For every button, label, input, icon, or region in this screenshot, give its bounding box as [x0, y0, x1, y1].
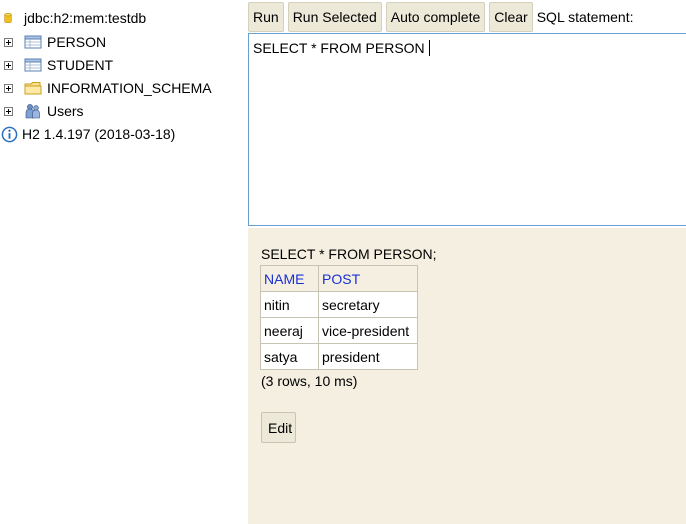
tree-item-person[interactable]: PERSON: [0, 32, 106, 52]
users-label: Users: [47, 103, 84, 119]
schema-tree: jdbc:h2:mem:testdb PERSON STUDENT INFORM…: [0, 0, 246, 524]
expand-icon[interactable]: [4, 106, 13, 116]
result-table: NAME POST nitin secretary neeraj vice-pr…: [260, 265, 418, 370]
table-row: neeraj vice-president: [260, 317, 418, 344]
info-icon: [1, 126, 18, 142]
folder-icon: [24, 82, 42, 95]
column-header-name[interactable]: NAME: [260, 265, 319, 292]
sql-toolbar: Run Run Selected Auto complete Clear SQL…: [248, 2, 633, 32]
expand-icon[interactable]: [4, 37, 13, 47]
result-panel: SELECT * FROM PERSON; NAME POST nitin se…: [248, 228, 686, 524]
sql-text: SELECT * FROM PERSON: [253, 40, 425, 56]
text-caret: [428, 40, 430, 56]
result-summary: (3 rows, 10 ms): [261, 373, 358, 389]
table-label-person: PERSON: [47, 34, 107, 50]
run-selected-button[interactable]: Run Selected: [287, 2, 382, 32]
table-cell: satya: [260, 343, 319, 370]
edit-button[interactable]: Edit: [261, 412, 296, 443]
tree-item-version: H2 1.4.197 (2018-03-18): [0, 124, 175, 144]
sql-statement-label: SQL statement:: [536, 9, 634, 25]
tree-item-student[interactable]: STUDENT: [0, 55, 113, 75]
executed-query: SELECT * FROM PERSON;: [261, 246, 437, 262]
table-row: nitin secretary: [260, 291, 418, 318]
schema-label: INFORMATION_SCHEMA: [47, 80, 212, 96]
run-button[interactable]: Run: [248, 2, 284, 32]
table-icon: [24, 58, 42, 72]
sql-editor[interactable]: SELECT * FROM PERSON: [248, 33, 686, 226]
tree-item-users[interactable]: Users: [0, 101, 84, 121]
auto-complete-button[interactable]: Auto complete: [385, 2, 486, 32]
table-label-student: STUDENT: [47, 57, 114, 73]
column-header-post[interactable]: POST: [318, 265, 418, 292]
version-label: H2 1.4.197 (2018-03-18): [22, 126, 176, 142]
tree-item-connection[interactable]: jdbc:h2:mem:testdb: [0, 8, 146, 28]
database-icon: [4, 13, 12, 23]
table-cell: secretary: [318, 291, 418, 318]
table-cell: vice-president: [318, 317, 418, 344]
h2-console: jdbc:h2:mem:testdb PERSON STUDENT INFORM…: [0, 0, 686, 524]
users-icon: [25, 104, 40, 119]
expand-icon[interactable]: [4, 60, 13, 70]
connection-label: jdbc:h2:mem:testdb: [24, 10, 147, 26]
table-icon: [24, 35, 42, 49]
table-cell: president: [318, 343, 418, 370]
tree-item-information-schema[interactable]: INFORMATION_SCHEMA: [0, 78, 212, 98]
table-row: satya president: [260, 343, 418, 370]
table-header-row: NAME POST: [260, 265, 418, 292]
table-cell: neeraj: [260, 317, 319, 344]
clear-button[interactable]: Clear: [489, 2, 533, 32]
expand-icon[interactable]: [4, 83, 13, 93]
table-cell: nitin: [260, 291, 319, 318]
